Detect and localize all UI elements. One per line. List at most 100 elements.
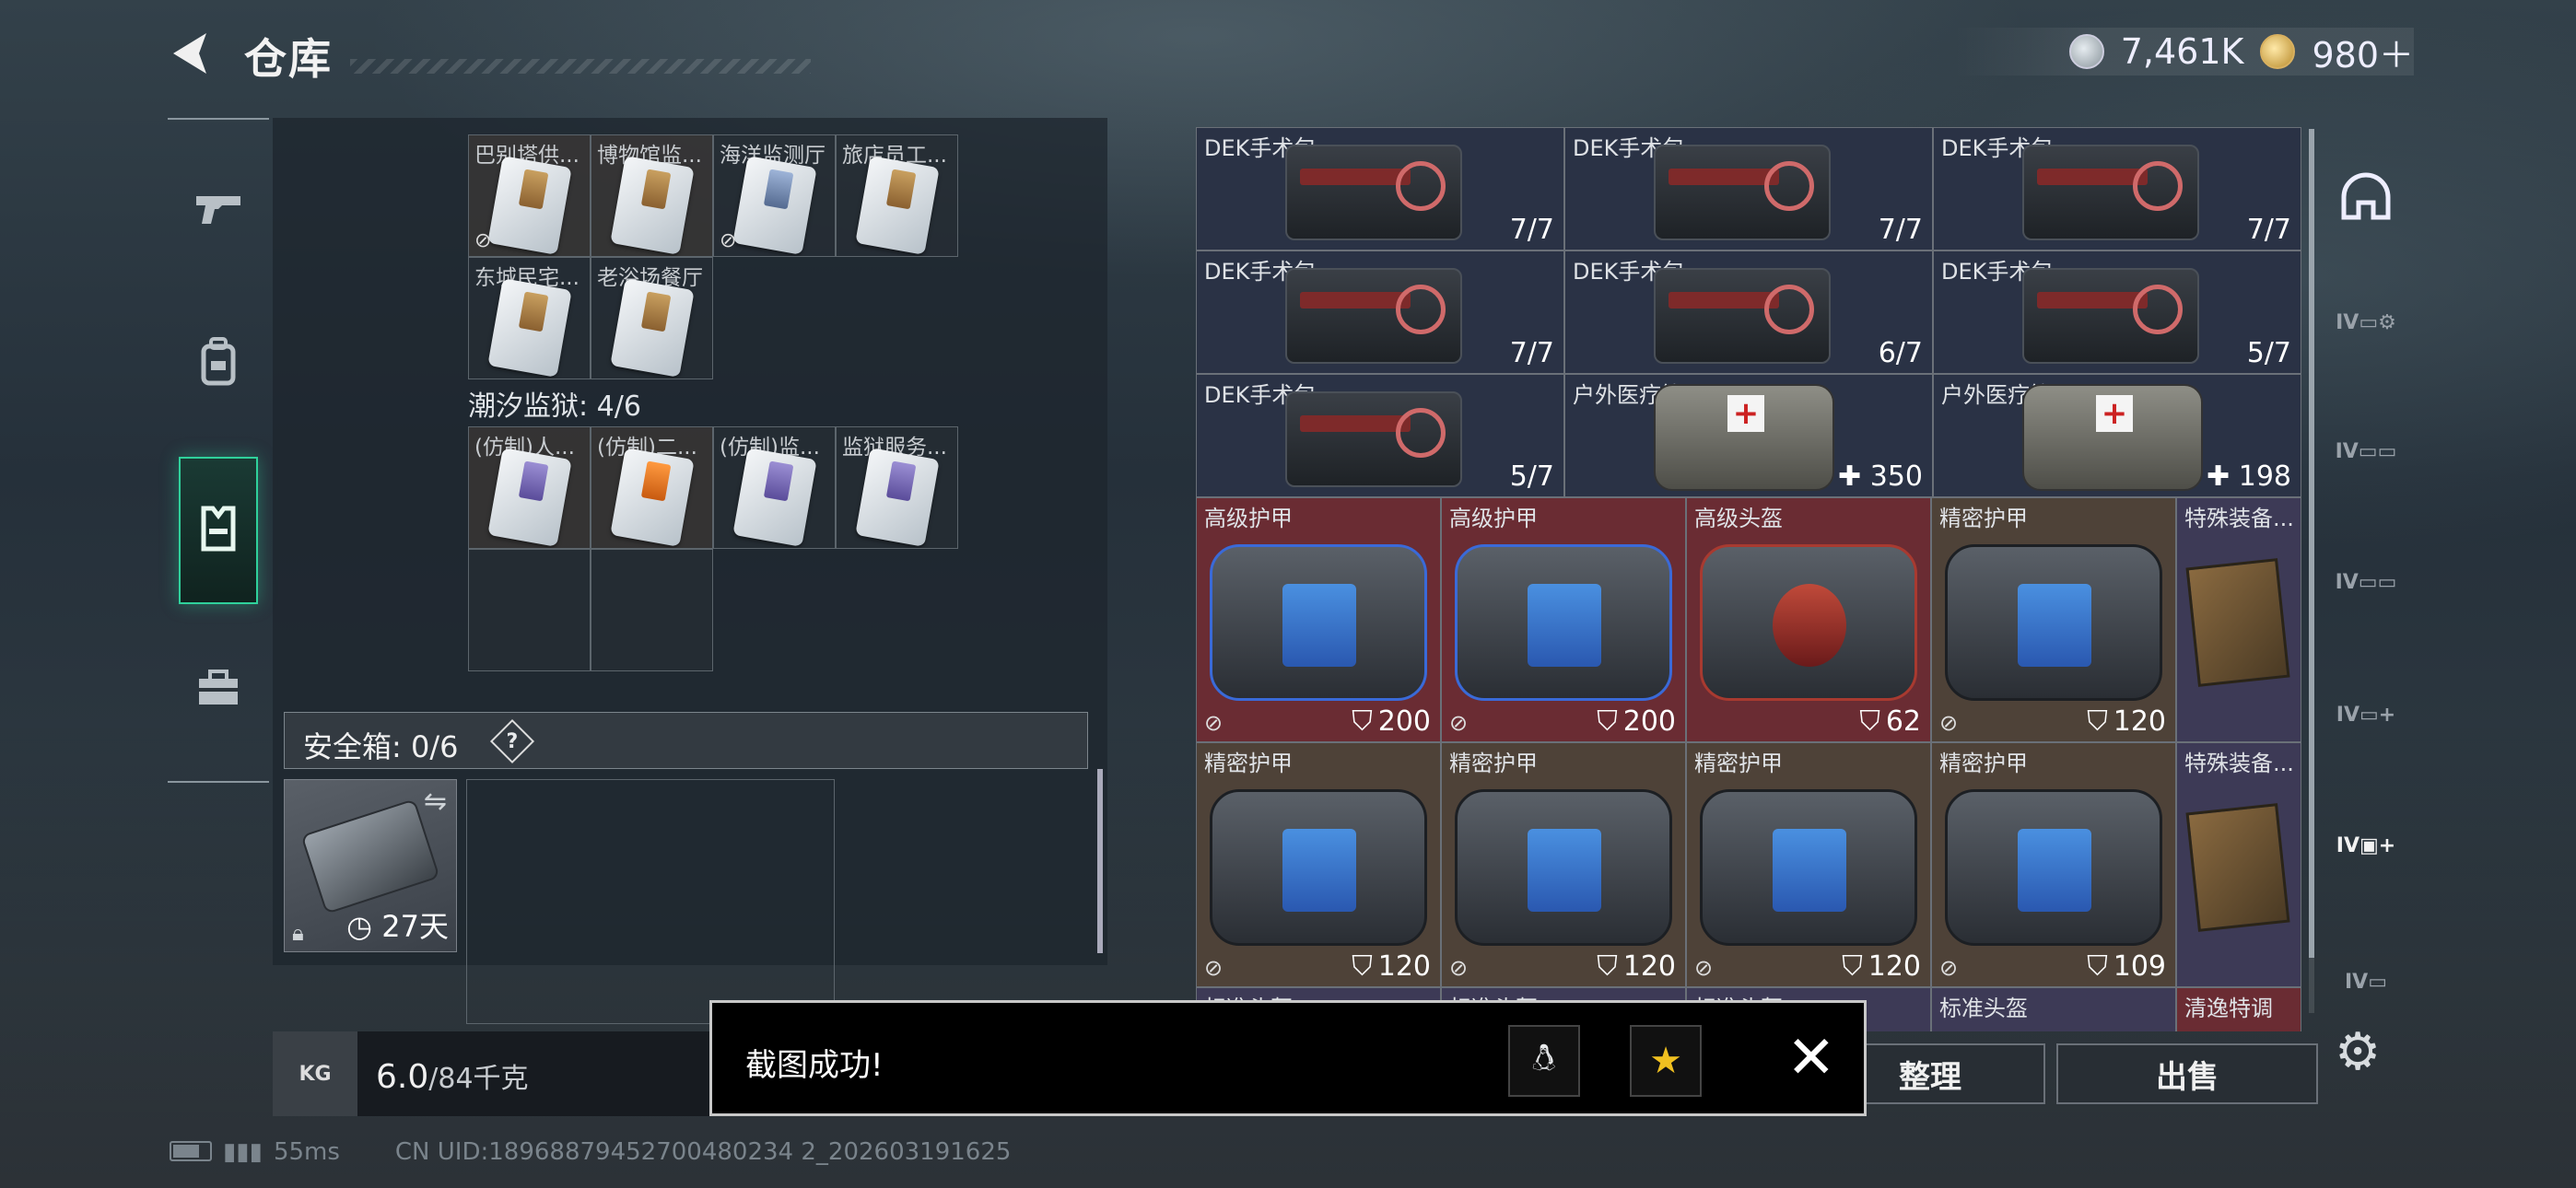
keycard-slot[interactable]: 海洋监测厅 ⊘: [713, 134, 836, 257]
share-qq-button[interactable]: 🐧︎: [1508, 1025, 1580, 1097]
keycard-slot[interactable]: 老浴场餐厅: [591, 257, 713, 379]
keycard-slot[interactable]: 巴别塔供... ⊘: [468, 134, 591, 257]
stash-item[interactable]: DEK手术包 7/7: [1933, 127, 2301, 250]
swap-icon[interactable]: ⇋: [424, 786, 447, 818]
filter-iv-6[interactable]: IV▭: [2331, 947, 2401, 1017]
special-equipment-image: [2185, 803, 2290, 932]
keycard-image: [610, 278, 695, 378]
page-title: 仓库: [244, 34, 333, 84]
empty-slot[interactable]: [591, 549, 713, 671]
tab-toolbox[interactable]: [179, 617, 258, 764]
stash-item[interactable]: DEK手术包 7/7: [1196, 250, 1564, 374]
surgery-kit-image: [1285, 391, 1462, 487]
item-count: 5/7: [2246, 337, 2291, 369]
tab-vest[interactable]: [179, 457, 258, 604]
durability: ⛉ 62: [1859, 705, 1921, 738]
no-sell-icon: ⊘: [720, 229, 737, 252]
filter-helmet[interactable]: [2331, 164, 2401, 234]
stash-item[interactable]: DEK手术包 6/7: [1564, 250, 1933, 374]
safe-box-grid[interactable]: [466, 779, 835, 1024]
prison-section-label: 潮汐监狱: 4/6: [468, 390, 641, 423]
shield-icon: ⛉: [2087, 950, 2108, 983]
stash-item[interactable]: 户外医疗箱 ✚ 198: [1933, 374, 2301, 497]
stash-item[interactable]: 高级头盔 ⛉ 62: [1686, 497, 1931, 742]
share-qzone-button[interactable]: ★: [1630, 1025, 1702, 1097]
empty-slot[interactable]: [468, 549, 591, 671]
armor-image: [1455, 789, 1672, 946]
durability-value: 109: [2113, 950, 2166, 983]
stash-item[interactable]: 高级护甲 ⊘ ⛉ 200: [1196, 497, 1441, 742]
heal-amount: 198: [2238, 460, 2291, 493]
no-sell-icon: ⊘: [1694, 955, 1714, 981]
filter-iv-1[interactable]: IV▭⚙: [2331, 287, 2401, 357]
top-bar: 仓库 7,461K 980＋: [166, 22, 2414, 87]
armor-image: [1210, 544, 1427, 701]
shield-icon: ⛉: [1842, 950, 1863, 983]
stash-item[interactable]: 精密护甲 ⊘ ⛉ 109: [1931, 742, 2176, 987]
keycard-image: [855, 448, 940, 547]
signal-icon: ▮▮▮: [223, 1138, 263, 1166]
heal-amount: 350: [1869, 460, 1923, 493]
stash-item[interactable]: 精密护甲 ⊘ ⛉ 120: [1931, 497, 2176, 742]
item-name: 精密护甲: [1939, 506, 2028, 531]
keycard-slot[interactable]: 旅店员工...: [836, 134, 958, 257]
sell-button[interactable]: 出售: [2056, 1043, 2318, 1104]
filter-iv-3[interactable]: IV▭▭: [2331, 547, 2401, 617]
gold-coin-icon: [2260, 34, 2296, 69]
keycard-image: [487, 156, 572, 255]
safe-box-slot[interactable]: ⇋ 🔒︎ ◷ 27天: [284, 779, 457, 952]
keycard-slot[interactable]: (仿制)人...: [468, 426, 591, 549]
stash-item[interactable]: 清逸特调: [2176, 987, 2301, 1031]
keycard-slot[interactable]: 监狱服务...: [836, 426, 958, 549]
keycard-image: [732, 448, 817, 547]
weight-readout: 6.0/84千克: [376, 1055, 529, 1096]
durability-value: 120: [1868, 950, 1921, 983]
filter-rail: IV▭⚙ IV▭▭ IV▭▭ IV▭+ IV▣+ IV▭: [2313, 136, 2416, 1020]
category-rail: [168, 118, 269, 783]
item-count: 7/7: [1509, 214, 1554, 246]
stash-item[interactable]: 户外医疗箱 ✚ 350: [1564, 374, 1933, 497]
stash-item[interactable]: DEK手术包 7/7: [1196, 127, 1564, 250]
help-icon: ?: [506, 729, 519, 753]
durability-value: 200: [1377, 705, 1431, 738]
stash-item[interactable]: 高级护甲 ⊘ ⛉ 200: [1441, 497, 1686, 742]
item-count: 7/7: [1878, 214, 1923, 246]
no-sell-icon: ⊘: [474, 229, 492, 252]
durability: ⛉ 200: [1597, 705, 1676, 738]
close-toast-button[interactable]: ✕: [1786, 1029, 1836, 1088]
stash-item[interactable]: DEK手术包 7/7: [1564, 127, 1933, 250]
status-footer: ▮▮▮ 55ms CN UID:18968879452700480234 2_2…: [170, 1138, 1011, 1166]
item-name: 清逸特调: [2184, 996, 2273, 1021]
left-scrollbar[interactable]: [1097, 769, 1103, 953]
armor-image: [1945, 789, 2162, 946]
qq-share-icon: 🐧︎: [1532, 1037, 1556, 1079]
shield-icon: ⛉: [1597, 950, 1618, 983]
stash-item[interactable]: 标准头盔: [1931, 987, 2176, 1031]
filter-iv-2[interactable]: IV▭▭: [2331, 416, 2401, 486]
no-sell-icon: ⊘: [1449, 710, 1469, 736]
item-name: 标准头盔: [1939, 996, 2028, 1021]
days-text: 27天: [381, 909, 449, 944]
stash-item[interactable]: DEK手术包 5/7: [1933, 250, 2301, 374]
stash-item[interactable]: 精密护甲 ⊘ ⛉ 120: [1686, 742, 1931, 987]
safe-box-label: 安全箱: 0/6: [303, 729, 459, 764]
tab-weapons[interactable]: [179, 138, 258, 285]
help-button[interactable]: ?: [489, 718, 535, 764]
settings-button[interactable]: ⚙: [2335, 1022, 2381, 1082]
keycard-slot[interactable]: 博物馆监...: [591, 134, 713, 257]
stash-item[interactable]: DEK手术包 5/7: [1196, 374, 1564, 497]
filter-iv-5[interactable]: IV▣+: [2331, 810, 2401, 880]
keycard-slot[interactable]: 东城民宅...: [468, 257, 591, 379]
tab-backpack[interactable]: [179, 291, 258, 438]
back-button[interactable]: [166, 28, 214, 79]
screenshot-toast: 截图成功! 🐧︎ ★ ✕: [709, 1000, 1867, 1116]
filter-iv-4[interactable]: IV▭+: [2331, 680, 2401, 750]
item-count: 7/7: [2246, 214, 2291, 246]
keycard-slot[interactable]: (仿制)二...: [591, 426, 713, 549]
stash-item[interactable]: 特殊装备...: [2176, 497, 2301, 742]
keycard-slot[interactable]: (仿制)监...: [713, 426, 836, 549]
durability: ⛉ 120: [1842, 950, 1921, 983]
stash-item[interactable]: 特殊装备...: [2176, 742, 2301, 987]
stash-item[interactable]: 精密护甲 ⊘ ⛉ 120: [1196, 742, 1441, 987]
stash-item[interactable]: 精密护甲 ⊘ ⛉ 120: [1441, 742, 1686, 987]
